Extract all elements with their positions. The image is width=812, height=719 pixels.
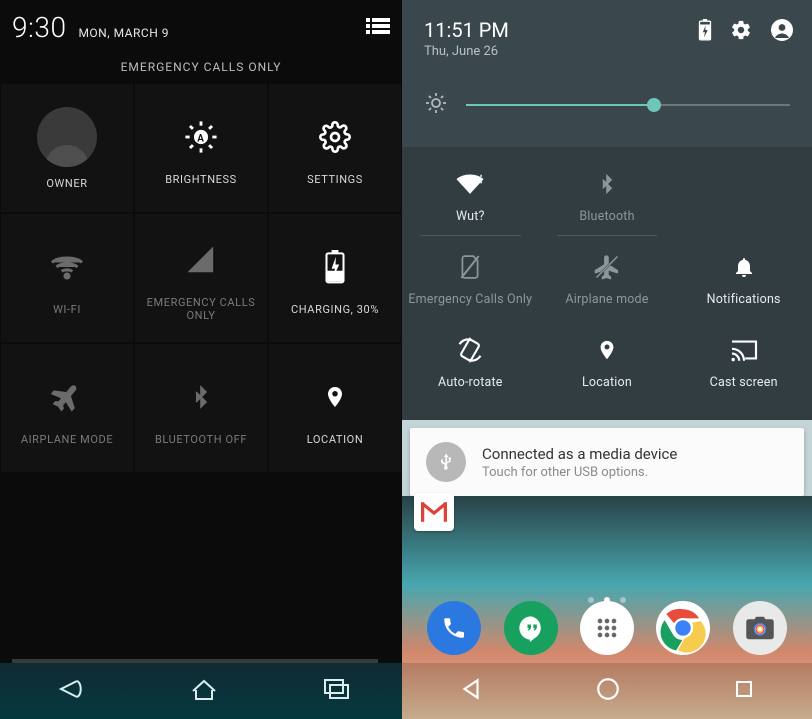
tile-notifications[interactable]: Notifications <box>675 236 812 319</box>
tile-label: CHARGING, 30% <box>291 303 379 316</box>
nav-back[interactable] <box>458 676 484 706</box>
bluetooth-icon <box>597 167 617 201</box>
system-navbar <box>0 663 402 719</box>
cast-icon <box>729 333 759 367</box>
svg-text:A: A <box>197 133 205 144</box>
location-pin-icon <box>323 371 347 423</box>
tile-label: OWNER <box>46 177 87 190</box>
system-navbar <box>402 663 812 719</box>
notification-subtitle: Touch for other USB options. <box>482 465 677 480</box>
battery-status-icon <box>698 19 712 45</box>
tile-label: Wut? <box>456 209 485 224</box>
tile-owner[interactable]: OWNER <box>1 84 133 212</box>
airplane-icon <box>51 371 83 423</box>
tile-label: SETTINGS <box>307 173 363 186</box>
brightness-slider[interactable] <box>466 104 790 106</box>
tile-label: AIRPLANE MODE <box>21 433 113 446</box>
tile-settings[interactable]: SETTINGS <box>269 84 401 212</box>
tile-bluetooth[interactable]: BLUETOOTH OFF <box>135 344 267 472</box>
tile-bluetooth[interactable]: Bluetooth <box>539 153 676 236</box>
quick-settings-grid: Wut? Bluetooth <box>402 147 812 420</box>
gmail-app-icon[interactable] <box>414 493 454 531</box>
tile-label: WI-FI <box>53 303 81 316</box>
rotate-icon <box>455 333 485 367</box>
status-icons <box>698 18 794 46</box>
notification-panel: 11:51 PM Thu, June 26 <box>402 0 812 420</box>
clock-time: 9:30 <box>12 11 66 44</box>
tile-label: Cast screen <box>710 375 778 390</box>
bluetooth-icon <box>189 371 213 423</box>
battery-charging-icon <box>324 241 346 293</box>
wifi-icon <box>49 241 85 293</box>
tile-auto-rotate[interactable]: Auto-rotate <box>402 319 539 402</box>
emergency-banner: EMERGENCY CALLS ONLY <box>0 54 402 84</box>
tile-label: Auto-rotate <box>438 375 503 390</box>
tile-label: LOCATION <box>307 433 364 446</box>
tile-location[interactable]: Location <box>539 319 676 402</box>
dock <box>402 601 812 663</box>
tile-wifi[interactable]: Wut? <box>402 153 539 236</box>
nav-home[interactable] <box>189 677 219 705</box>
statusbar-time-date: 9:30 MON, MARCH 9 <box>12 11 169 44</box>
tile-cell-signal[interactable]: Emergency Calls Only <box>402 236 539 319</box>
tile-airplane[interactable]: Airplane mode <box>539 236 676 319</box>
brightness-slider-row <box>402 69 812 147</box>
tile-label: Emergency Calls Only <box>408 292 532 307</box>
tile-location[interactable]: LOCATION <box>269 344 401 472</box>
clock-date: Thu, June 26 <box>424 44 509 59</box>
gear-icon <box>319 111 351 163</box>
camera-app[interactable] <box>733 601 787 655</box>
nav-back[interactable] <box>51 677 87 705</box>
tile-cell-signal[interactable]: EMERGENCY CALLS ONLY <box>135 214 267 342</box>
menu-list-icon[interactable] <box>366 18 390 36</box>
no-sim-icon <box>459 250 481 284</box>
signal-triangle-icon <box>186 234 216 286</box>
phone-app[interactable] <box>427 601 481 655</box>
tile-brightness[interactable]: A BRIGHTNESS <box>135 84 267 212</box>
tile-label: Airplane mode <box>565 292 648 307</box>
settings-gear-icon[interactable] <box>730 19 752 45</box>
tile-battery[interactable]: CHARGING, 30% <box>269 214 401 342</box>
tile-label: BRIGHTNESS <box>165 173 237 186</box>
notification-title: Connected as a media device <box>482 445 677 463</box>
wifi-icon <box>454 167 486 201</box>
chrome-app[interactable] <box>656 601 710 655</box>
app-drawer[interactable] <box>580 601 634 655</box>
tile-cast[interactable]: Cast screen <box>675 319 812 402</box>
tile-label: EMERGENCY CALLS ONLY <box>135 296 267 322</box>
quick-settings-grid: OWNER A BRIGHTNESS <box>0 84 402 472</box>
hangouts-app[interactable] <box>504 601 558 655</box>
tile-label: Location <box>582 375 632 390</box>
lollipop-quicksettings-screen: 11:51 PM Thu, June 26 <box>402 0 812 719</box>
panel-header: 11:51 PM Thu, June 26 <box>402 0 812 69</box>
user-profile-icon[interactable] <box>770 18 794 46</box>
tile-label: BLUETOOTH OFF <box>155 433 247 446</box>
home-wallpaper <box>402 496 812 719</box>
kitkat-quicksettings-screen: 9:30 MON, MARCH 9 EMERGENCY CALLS ONLY O… <box>0 0 402 719</box>
usb-notification[interactable]: Connected as a media device Touch for ot… <box>410 428 804 496</box>
clock-time: 11:51 PM <box>424 18 509 42</box>
usb-icon <box>426 442 466 482</box>
brightness-auto-icon: A <box>184 111 218 163</box>
statusbar: 9:30 MON, MARCH 9 <box>0 0 402 54</box>
avatar-icon <box>37 107 97 167</box>
tile-label: Notifications <box>707 292 781 307</box>
tile-wifi[interactable]: WI-FI <box>1 214 133 342</box>
nav-recents[interactable] <box>321 678 351 704</box>
airplane-off-icon <box>593 250 621 284</box>
nav-home[interactable] <box>595 676 621 706</box>
bell-icon <box>732 250 756 284</box>
nav-recents[interactable] <box>732 677 756 705</box>
location-pin-icon <box>596 333 618 367</box>
tile-airplane[interactable]: AIRPLANE MODE <box>1 344 133 472</box>
clock-date: MON, MARCH 9 <box>78 26 169 40</box>
sun-icon <box>424 91 448 119</box>
slider-thumb[interactable] <box>647 98 661 112</box>
tile-label: Bluetooth <box>579 209 634 224</box>
